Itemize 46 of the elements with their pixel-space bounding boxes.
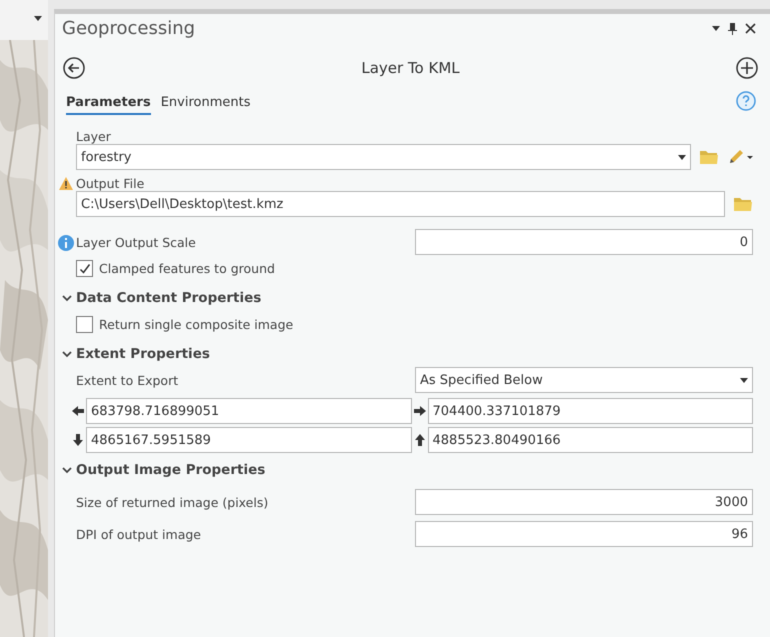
arrow-icon (72, 405, 84, 417)
coordinate-field[interactable]: 704400.337101879 (428, 398, 753, 424)
add-icon[interactable] (736, 57, 758, 79)
info-icon (58, 234, 74, 250)
field-label: DPI of output image (76, 526, 201, 542)
coordinate-field[interactable]: 683798.716899051 (86, 398, 412, 424)
field-label: Output File (76, 176, 144, 191)
checkbox[interactable] (76, 260, 93, 277)
tab[interactable]: Environments (160, 95, 250, 115)
checkbox-label: Clamped features to ground (99, 261, 275, 276)
caret-icon (678, 154, 686, 160)
warning-icon (58, 176, 74, 191)
arrow-icon (414, 405, 426, 417)
output-file-field[interactable]: C:\Users\Dell\Desktop\test.kmz (76, 191, 725, 217)
coordinate-field[interactable]: 4865167.5951589 (86, 427, 412, 453)
chevron-down-icon[interactable] (62, 465, 72, 475)
number-field[interactable]: 0 (415, 229, 753, 255)
field-label: Extent to Export (76, 372, 180, 388)
arrow-icon (72, 434, 84, 446)
extent-dropdown[interactable]: As Specified Below (415, 367, 753, 393)
checkbox-label: Return single composite image (99, 317, 294, 332)
dropdown-icon (34, 16, 42, 21)
tab[interactable]: Parameters (66, 95, 151, 115)
layer-dropdown[interactable]: forestry (76, 144, 691, 170)
arrow-icon (414, 434, 426, 446)
section-header: Output Image Properties (76, 462, 266, 478)
chevron-down-icon[interactable] (62, 349, 72, 359)
tool-title: Layer To KML (361, 59, 460, 77)
caret-icon (740, 378, 748, 382)
close-icon[interactable] (745, 23, 756, 34)
panel-title: Geoprocessing (62, 18, 196, 39)
number-field[interactable]: 96 (415, 521, 753, 547)
field-label: Layer (76, 129, 111, 144)
help-icon[interactable] (736, 91, 756, 111)
pin-icon[interactable] (728, 22, 737, 34)
checkbox[interactable] (76, 316, 93, 333)
pencil-icon[interactable] (727, 149, 753, 165)
section-header: Data Content Properties (76, 290, 262, 306)
field-label: Size of returned image (pixels) (76, 494, 268, 510)
number-field[interactable]: 3000 (415, 489, 753, 515)
coordinate-field[interactable]: 4885523.80490166 (428, 427, 753, 453)
field-label: Layer Output Scale (76, 234, 196, 250)
back-icon[interactable] (63, 57, 85, 79)
menu-caret-icon (712, 26, 720, 31)
chevron-down-icon[interactable] (62, 293, 72, 303)
section-header: Extent Properties (76, 346, 210, 362)
